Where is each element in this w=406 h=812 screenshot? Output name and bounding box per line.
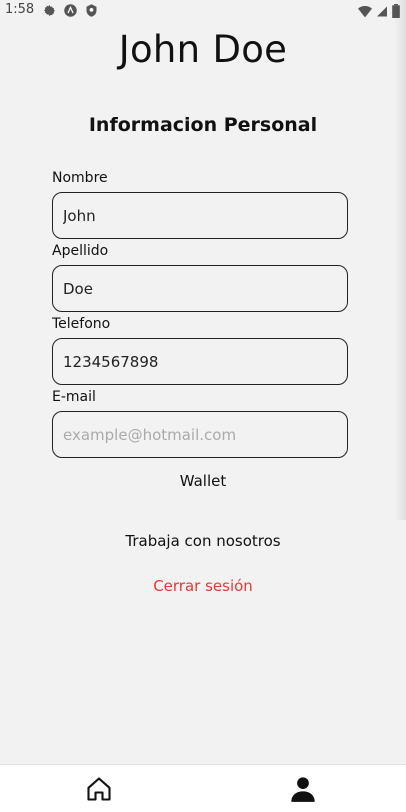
wallet-link[interactable]: Wallet: [0, 472, 406, 490]
drawer-edge-shadow: [394, 0, 406, 520]
trabaja-con-nosotros-link[interactable]: Trabaja con nosotros: [0, 532, 406, 550]
person-icon: [291, 777, 315, 802]
nav-home[interactable]: [85, 775, 113, 803]
email-field[interactable]: [52, 411, 348, 458]
logout-button[interactable]: Cerrar sesión: [0, 577, 406, 595]
wifi-icon: [358, 5, 372, 17]
settings-icon: [43, 4, 56, 17]
status-bar: 1:58: [0, 0, 406, 22]
telefono-label: Telefono: [52, 316, 111, 332]
apellido-label: Apellido: [52, 243, 109, 259]
status-left-icons: [42, 3, 99, 18]
section-title: Informacion Personal: [88, 114, 318, 136]
bottom-nav: [0, 764, 406, 812]
status-time: 1:58: [5, 2, 35, 17]
nav-profile[interactable]: [289, 775, 317, 803]
telefono-field[interactable]: [52, 338, 348, 385]
app-a-icon: [64, 4, 77, 17]
apellido-field[interactable]: [52, 265, 348, 312]
shield-icon: [86, 4, 97, 17]
nombre-label: Nombre: [52, 170, 108, 186]
home-icon: [87, 777, 111, 801]
profile-name: John Doe: [118, 28, 288, 71]
nombre-field[interactable]: [52, 192, 348, 239]
signal-icon: [377, 6, 387, 16]
email-label: E-mail: [52, 389, 96, 405]
